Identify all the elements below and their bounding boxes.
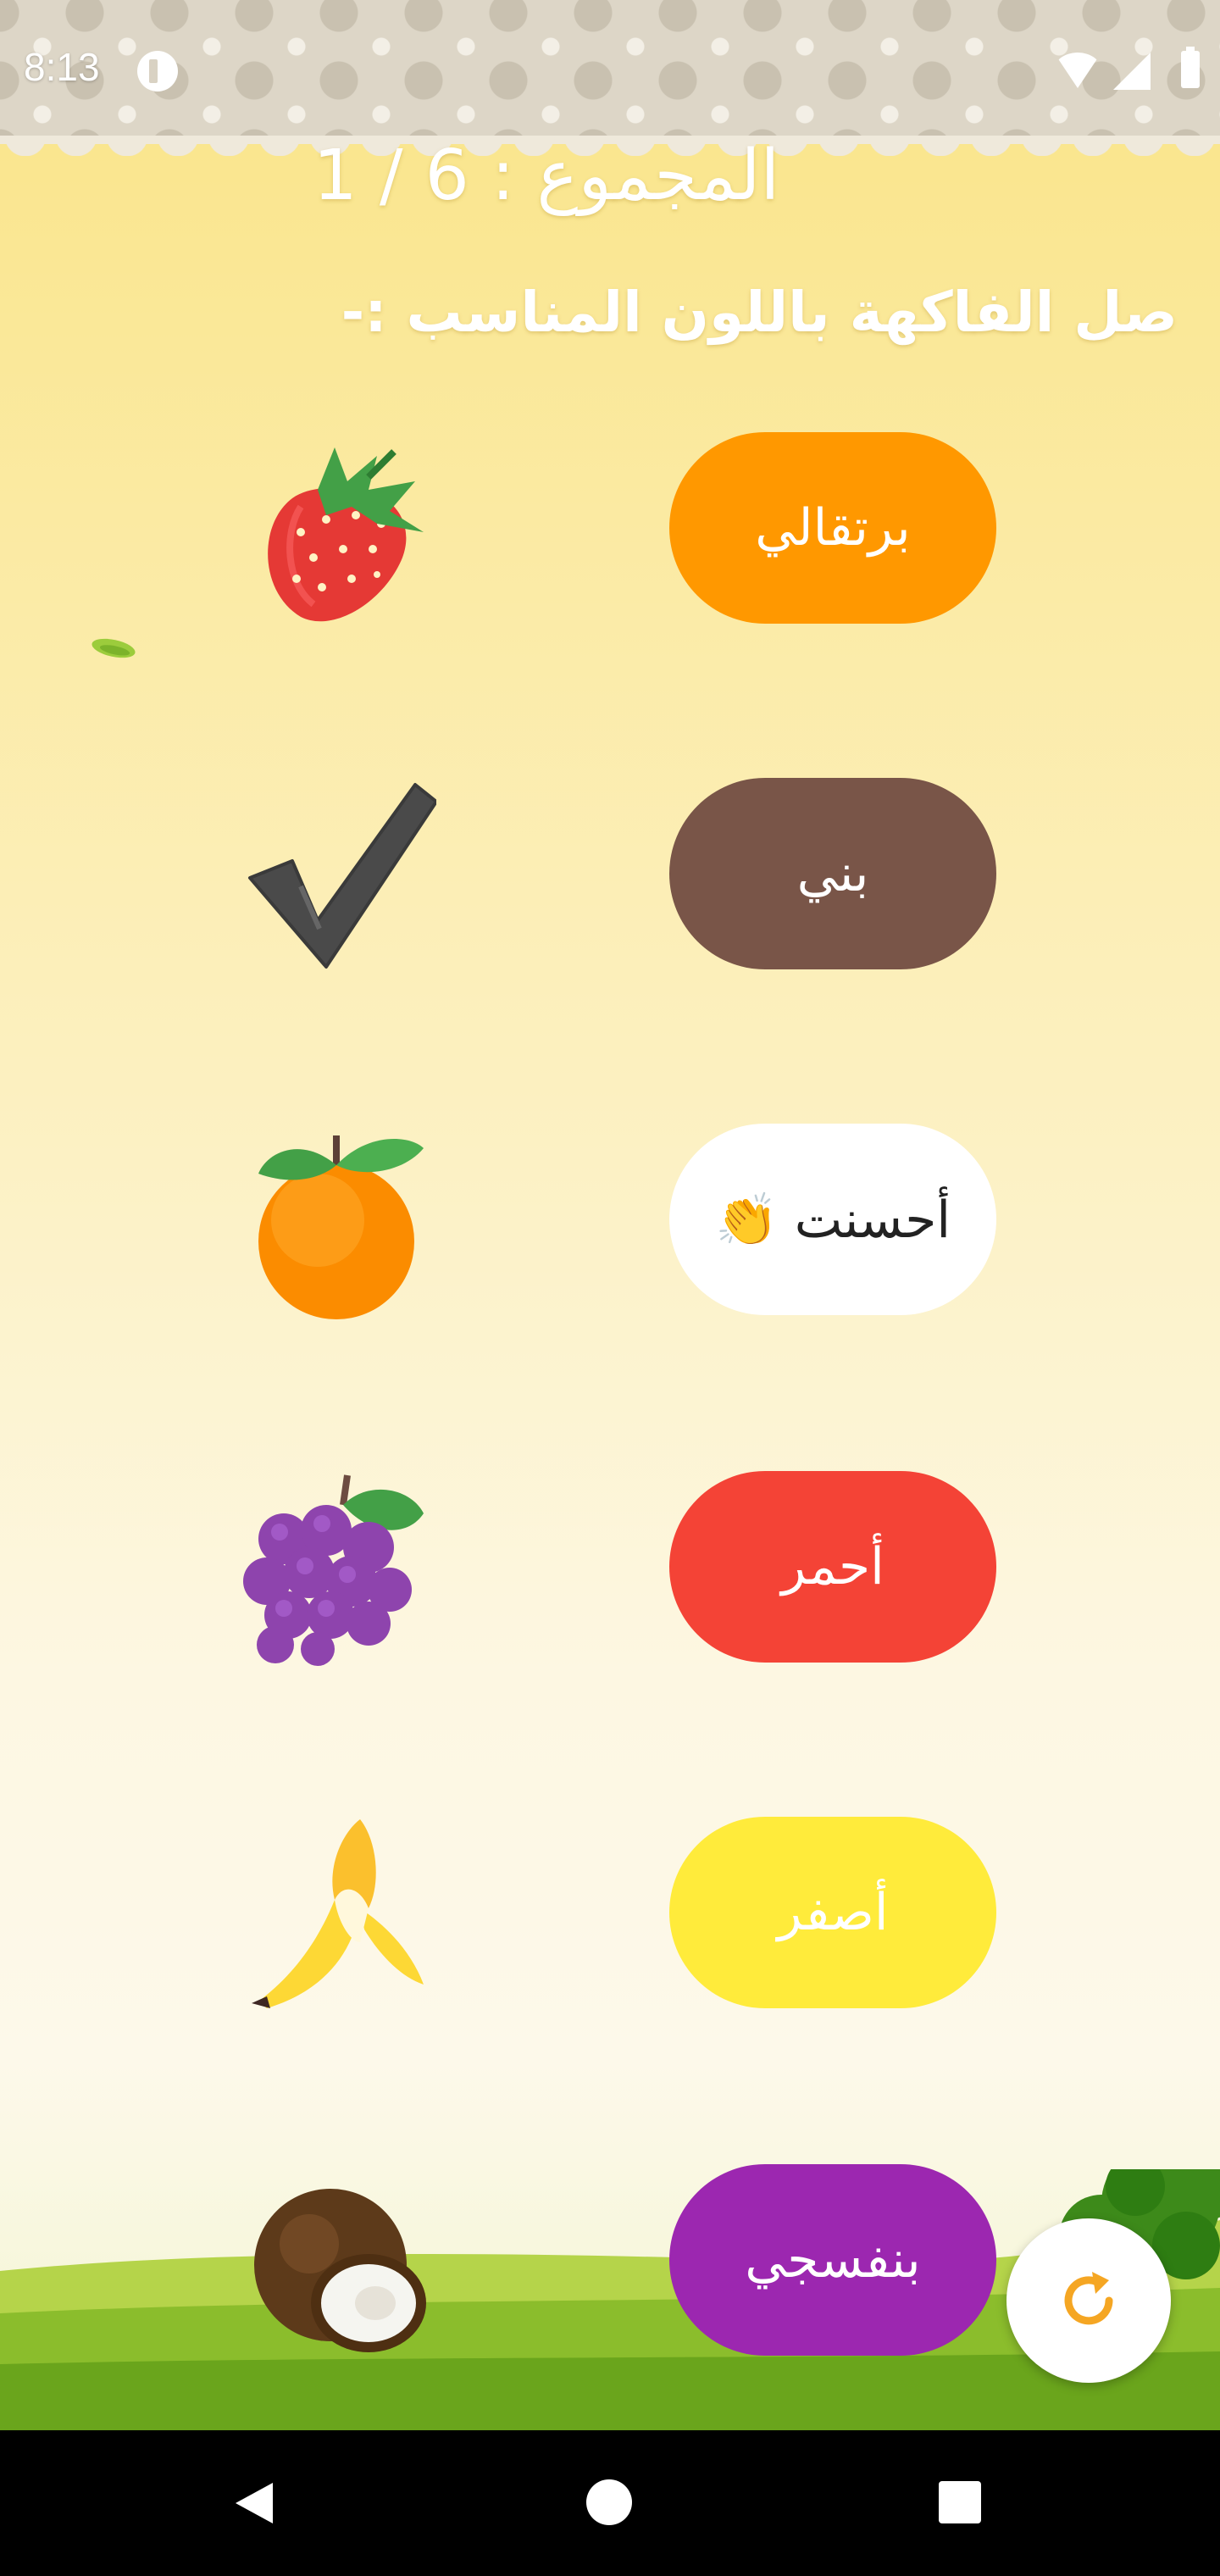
home-icon[interactable] [586, 2479, 632, 2525]
banana-icon[interactable] [241, 1815, 436, 2010]
color-button-correct[interactable]: أحسنت 👏 [669, 1124, 996, 1315]
app-notification-icon [137, 51, 178, 92]
wifi-icon [1054, 53, 1101, 88]
strawberry-icon[interactable] [241, 430, 436, 625]
battery-icon [1181, 47, 1200, 88]
status-icons [1034, 47, 1203, 92]
color-button-label: أحسنت 👏 [714, 1190, 951, 1250]
color-button-label: بنفسجي [745, 2230, 921, 2290]
orange-icon[interactable] [241, 1127, 436, 1322]
system-nav-bar [0, 2430, 1220, 2576]
color-button-purple[interactable]: بنفسجي [669, 2164, 996, 2356]
color-button-orange[interactable]: برتقالي [669, 432, 996, 624]
status-time: 8:13 [24, 45, 100, 89]
color-button-yellow[interactable]: أصفر [669, 1817, 996, 2008]
refresh-button[interactable] [1006, 2218, 1171, 2383]
score-label: 1 / 6 : المجموع [313, 136, 780, 216]
color-button-label: برتقالي [755, 498, 911, 558]
color-button-brown[interactable]: بني [669, 778, 996, 969]
grapes-icon[interactable] [241, 1471, 436, 1666]
color-button-label: بني [796, 844, 869, 903]
color-button-label: أحمر [781, 1537, 884, 1596]
back-icon[interactable] [230, 2479, 278, 2527]
instruction-text: صل الفاكهة باللون المناسب :- [341, 280, 1178, 345]
signal-icon [1113, 53, 1151, 90]
coconut-icon[interactable] [241, 2176, 436, 2371]
color-button-red[interactable]: أحمر [669, 1471, 996, 1663]
recents-icon[interactable] [939, 2481, 981, 2523]
leaf-icon [92, 638, 136, 658]
status-bar: 8:13 [0, 0, 1220, 156]
checkmark-icon [248, 783, 436, 969]
refresh-icon [1064, 2272, 1113, 2325]
color-button-label: أصفر [777, 1883, 889, 1942]
